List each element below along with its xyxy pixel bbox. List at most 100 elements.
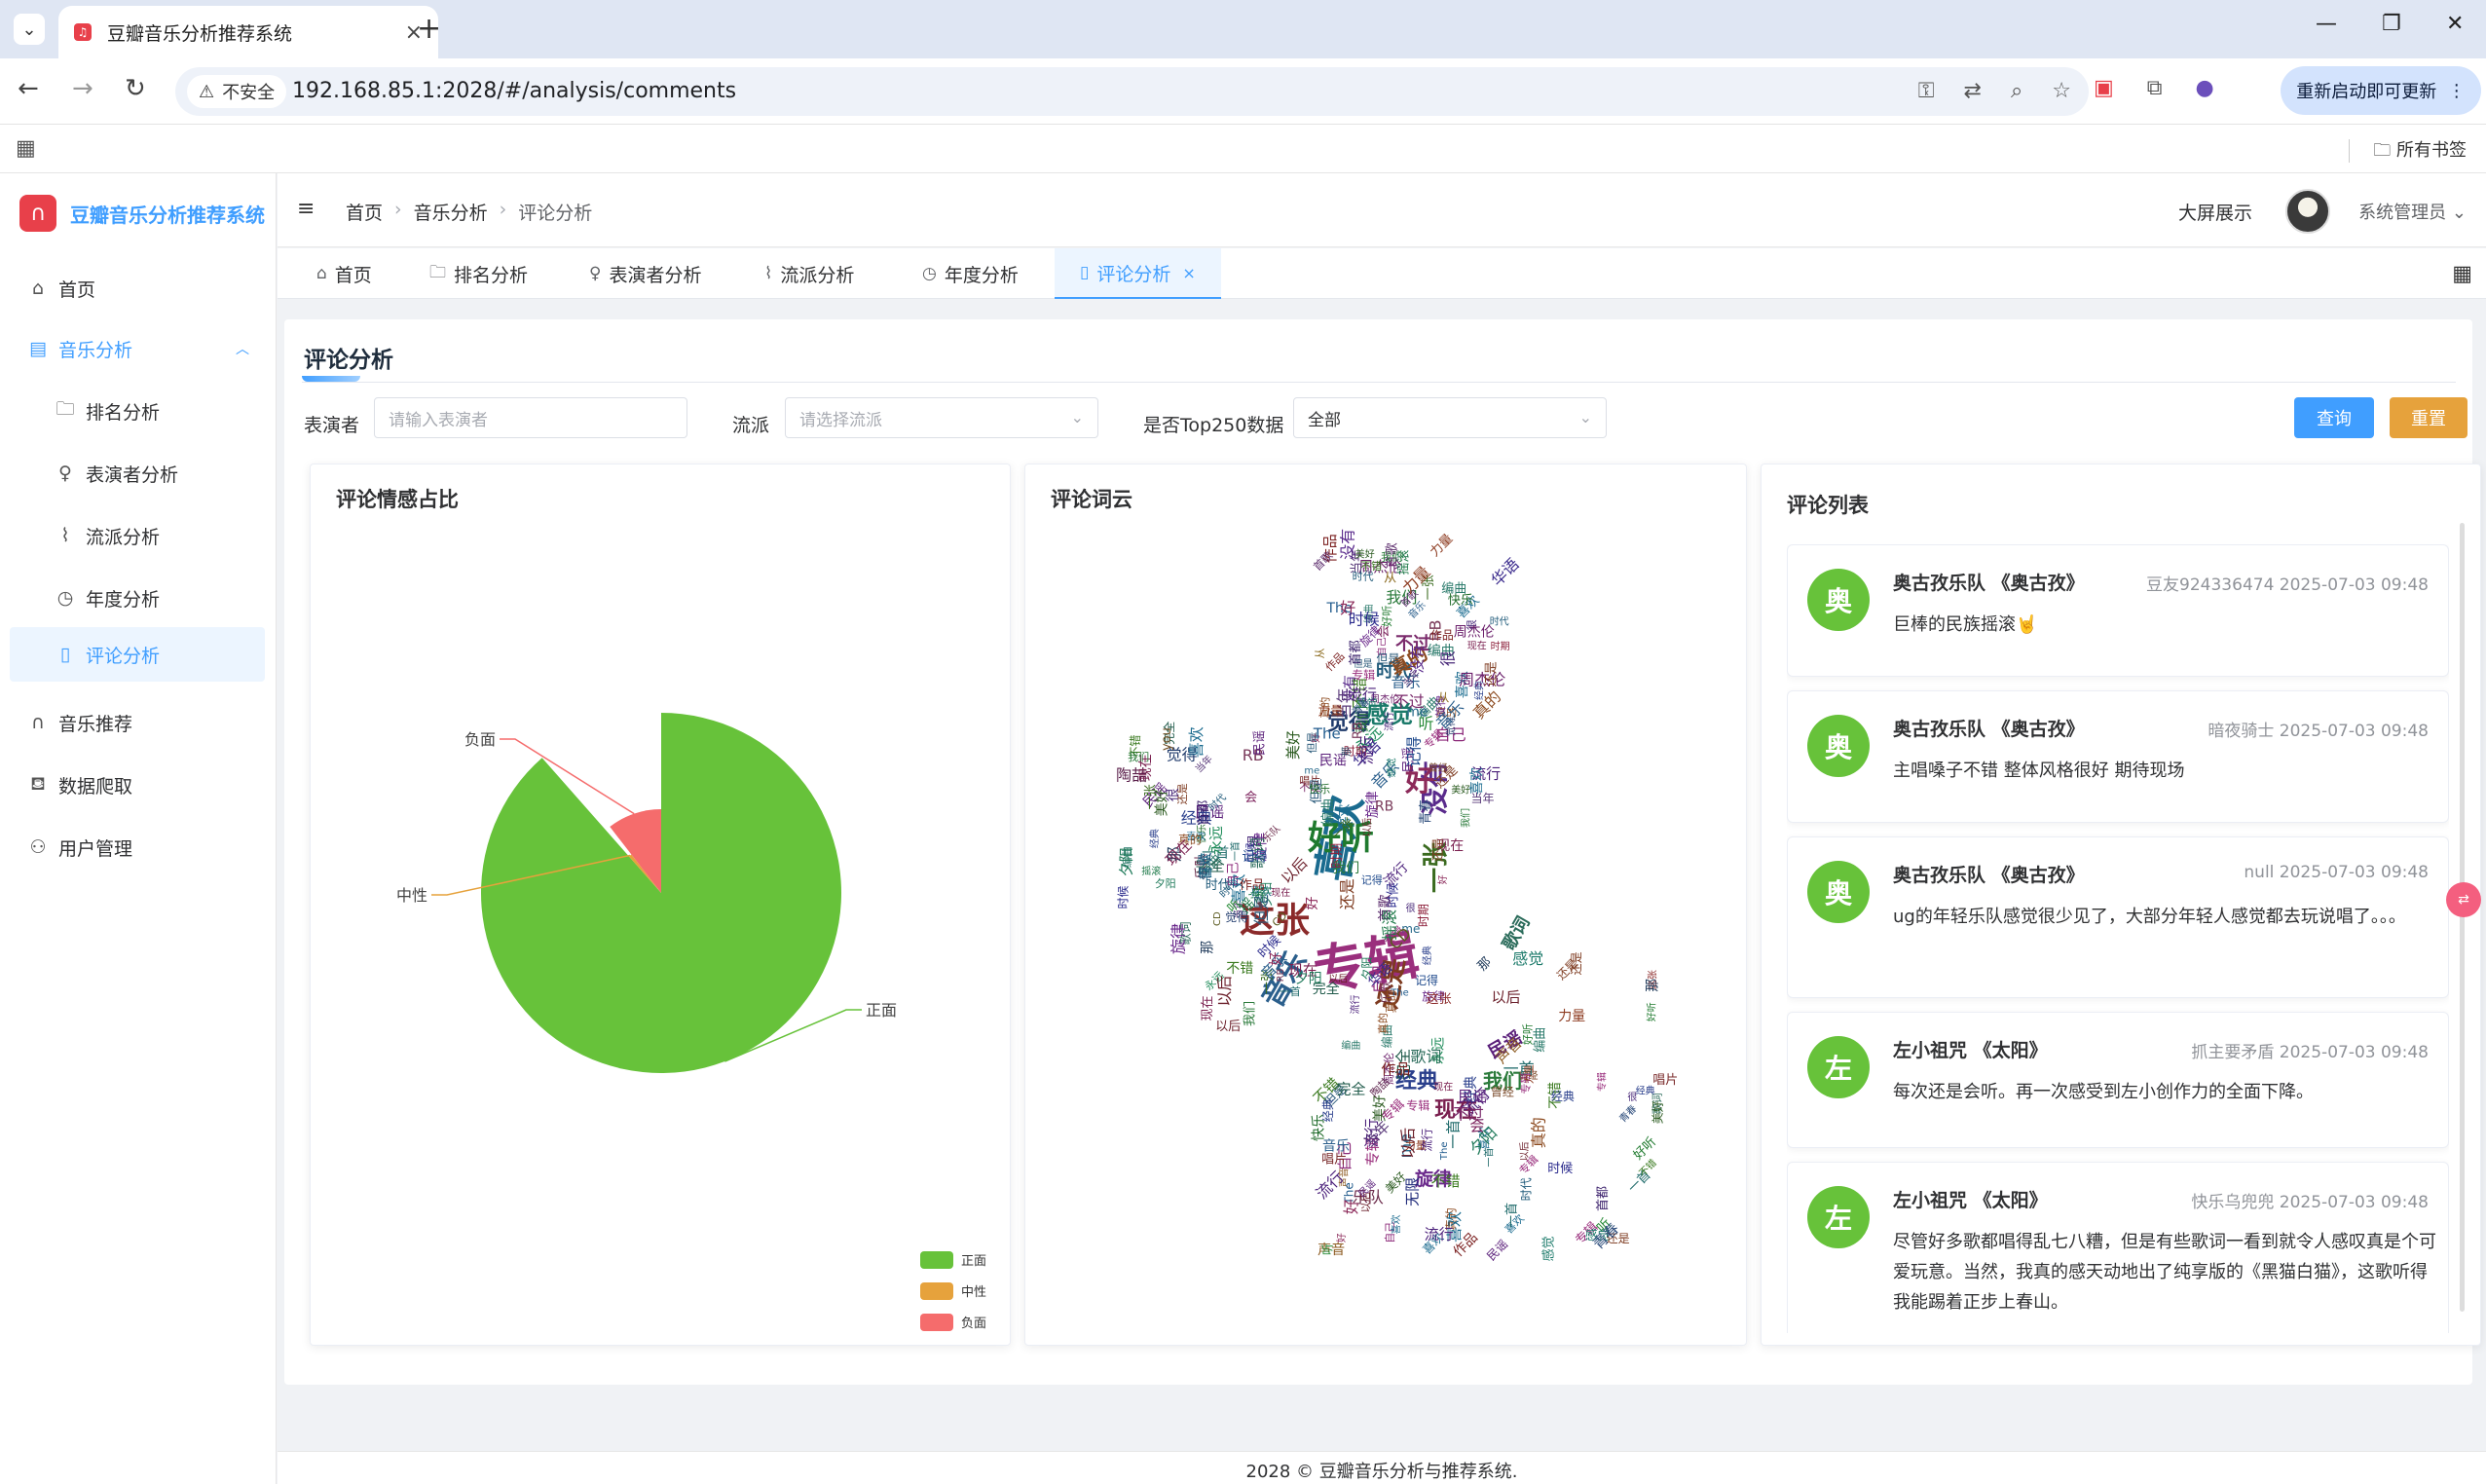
divider: [302, 382, 2456, 383]
extension-translate-icon[interactable]: ▣: [2094, 76, 2114, 100]
sidebar-item-users[interactable]: ⚇ 用户管理: [0, 820, 277, 874]
insecure-label: 不安全: [222, 83, 276, 103]
tab-search-chevron-icon[interactable]: ⌄: [14, 14, 45, 45]
wordcloud-word: 从: [1437, 691, 1449, 705]
wordcloud-word: 好: [1342, 1199, 1360, 1214]
comment-item[interactable]: 左 左小祖咒 《太阳》 快乐乌兜兜 2025-07-03 09:48 尽管好多歌…: [1787, 1162, 2449, 1333]
wordcloud-word: 但是: [1377, 651, 1400, 665]
book-icon: ▯: [59, 644, 71, 665]
comment-item[interactable]: 奥 奥古孜乐队 《奥古孜》 豆友924336474 2025-07-03 09:…: [1787, 544, 2449, 677]
profile-avatar-icon[interactable]: ●: [2196, 76, 2214, 100]
wordcloud-word: 会: [1244, 791, 1257, 805]
wordcloud-word: 民谣: [1484, 1237, 1510, 1263]
restore-window-icon[interactable]: ❐: [2382, 12, 2401, 36]
forward-arrow-icon[interactable]: →: [72, 74, 93, 103]
extensions-puzzle-icon[interactable]: ⧉: [2147, 76, 2163, 100]
performer-input[interactable]: 请输入表演者: [374, 397, 687, 438]
avatar[interactable]: [2285, 189, 2330, 234]
all-bookmarks-button[interactable]: 🗀 所有书签: [2349, 136, 2467, 167]
close-window-icon[interactable]: ✕: [2446, 12, 2464, 36]
password-key-icon[interactable]: ⚿: [1918, 79, 1935, 103]
new-tab-plus-icon[interactable]: +: [417, 12, 441, 46]
legend-swatch[interactable]: [920, 1251, 953, 1269]
sidebar-item-genre[interactable]: ⌇ 流派分析: [0, 508, 277, 563]
url-text[interactable]: 192.168.85.1:2028/#/analysis/comments: [292, 79, 736, 103]
sidebar-item-performer[interactable]: ♀ 表演者分析: [0, 446, 277, 501]
wordcloud-word: 这张: [1427, 991, 1452, 1007]
wordcloud-word: 首都: [1596, 1186, 1611, 1211]
comment-title: 奥古孜乐队 《奥古孜》: [1893, 573, 2085, 594]
tag-yearly[interactable]: ◷ 年度分析: [922, 248, 1019, 299]
sidebar-item-yearly[interactable]: ◷ 年度分析: [0, 571, 277, 625]
tags-view: ⌂ 首页 🗀 排名分析 ♀ 表演者分析 ⌇ 流派分析 ◷ 年度分析 ▯ 评论分析 × ▦: [278, 248, 2486, 299]
wordcloud-word: 美好: [1651, 1100, 1665, 1124]
breadcrumb-music-analysis[interactable]: 音乐分析: [414, 199, 488, 225]
top250-select[interactable]: 全部 ⌄: [1293, 397, 1607, 438]
comment-text: 每次还是会听。再一次感受到左小创作力的全面下降。: [1893, 1082, 2314, 1102]
bookmark-star-icon[interactable]: ☆: [2052, 79, 2071, 103]
tag-comments[interactable]: ▯ 评论分析 ×: [1055, 248, 1221, 299]
wordcloud-word: 华语: [1488, 555, 1523, 590]
comment-item[interactable]: 奥 奥古孜乐队 《奥古孜》 暗夜骑士 2025-07-03 09:48 主唱嗓子…: [1787, 690, 2449, 823]
tags-grid-menu-icon[interactable]: ▦: [2452, 262, 2472, 286]
query-button[interactable]: 查询: [2294, 397, 2374, 438]
tag-ranking[interactable]: 🗀 排名分析: [429, 248, 528, 299]
wordcloud-word: 时代: [1490, 616, 1509, 628]
apps-grid-icon[interactable]: ▦: [16, 136, 36, 161]
tag-performer[interactable]: ♀ 表演者分析: [589, 248, 701, 299]
comments-scrollbar[interactable]: [2460, 523, 2465, 1312]
performer-label: 表演者: [304, 415, 360, 436]
wordcloud-word: 真的: [1529, 1117, 1547, 1148]
app-logo[interactable]: ∩ 豆瓣音乐分析推荐系统: [19, 195, 265, 232]
big-screen-link[interactable]: 大屏展示: [2178, 199, 2252, 225]
genre-select[interactable]: 请选择流派 ⌄: [785, 397, 1098, 438]
wordcloud-word: 流行: [1348, 686, 1377, 703]
back-arrow-icon[interactable]: ←: [18, 74, 39, 103]
wordcloud-word: 以后: [1398, 1128, 1417, 1159]
browser-tab[interactable]: ♫ 豆瓣音乐分析推荐系统 ×: [58, 6, 438, 58]
wordcloud-word: 好听: [1380, 606, 1393, 627]
reload-icon[interactable]: ↻: [125, 74, 146, 103]
sidebar-item-home[interactable]: ⌂ 首页: [0, 261, 277, 315]
security-chip[interactable]: ⚠ 不安全: [187, 75, 287, 108]
site-favicon-icon: ♫: [74, 23, 92, 41]
wordcloud-word: 感觉: [1385, 758, 1397, 777]
wordcloud-word: 以后: [1328, 974, 1348, 985]
breadcrumb-home[interactable]: 首页: [346, 199, 383, 225]
comment-item[interactable]: 奥 奥古孜乐队 《奥古孜》 null 2025-07-03 09:48 ug的年…: [1787, 836, 2449, 998]
relaunch-update-button[interactable]: 重新启动即可更新 ⋮: [2281, 66, 2481, 115]
zoom-icon[interactable]: ⌕: [2011, 79, 2022, 103]
close-tag-icon[interactable]: ×: [1182, 264, 1195, 282]
reset-button[interactable]: 重置: [2390, 397, 2467, 438]
wordcloud-word: 我们: [1128, 750, 1149, 763]
wordcloud-word: 时期: [1491, 641, 1510, 652]
wordcloud-word: 力量: [1428, 532, 1456, 560]
wordcloud-word: 记得: [1242, 849, 1267, 865]
wordcloud-word: 首都: [1349, 640, 1363, 665]
tag-genre[interactable]: ⌇ 流派分析: [764, 248, 854, 299]
bulb-icon: ♀: [58, 463, 72, 484]
sidebar-item-ranking[interactable]: 🗀 排名分析: [0, 384, 277, 438]
legend-swatch[interactable]: [920, 1282, 953, 1300]
paperclip-icon: ⌇: [60, 525, 70, 546]
comment-item[interactable]: 左 左小祖咒 《太阳》 抓主要矛盾 2025-07-03 09:48 每次还是会…: [1787, 1012, 2449, 1148]
floating-translate-icon[interactable]: ⇄: [2446, 882, 2481, 917]
warning-triangle-icon: ⚠: [199, 81, 215, 102]
sidebar-item-crawl[interactable]: ⛾ 数据爬取: [0, 758, 277, 812]
wordcloud-word: 以后: [1278, 854, 1311, 887]
chevron-down-icon: ⌄: [1578, 408, 1592, 427]
minimize-icon[interactable]: —: [2316, 12, 2337, 36]
omnibox[interactable]: ⚠ 不安全 192.168.85.1:2028/#/analysis/comme…: [175, 67, 2089, 116]
sidebar-item-music-analysis[interactable]: ▤ 音乐分析 ︿: [0, 321, 277, 376]
browser-tab-title: 豆瓣音乐分析推荐系统: [107, 22, 293, 45]
breadcrumb-separator-icon: ›: [394, 199, 402, 220]
hamburger-menu-icon[interactable]: ≡: [297, 197, 315, 221]
sidebar-item-comments[interactable]: ▯ 评论分析: [10, 627, 265, 682]
user-menu[interactable]: 系统管理员 ⌄: [2358, 199, 2467, 224]
word-cloud: 专辑喜欢这张好听没有音乐 还是感觉好一张经典现在时代旋律我们真的觉得不过歌词民谣编…: [1116, 529, 1678, 1264]
translate-icon[interactable]: ⇄: [1964, 79, 1982, 103]
legend-swatch[interactable]: [920, 1314, 953, 1331]
sidebar-item-recommend[interactable]: ∩ 音乐推荐: [0, 695, 277, 750]
home-icon: ⌂: [316, 264, 327, 283]
tag-home[interactable]: ⌂ 首页: [316, 248, 372, 299]
